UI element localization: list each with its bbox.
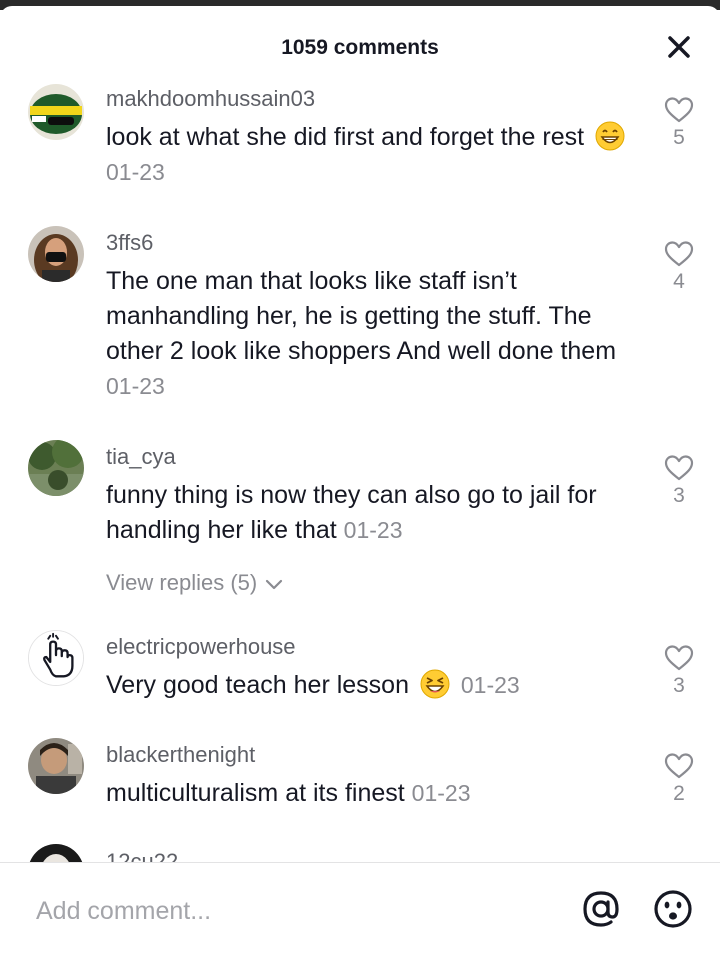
grinning-squinting-face-emoji <box>420 669 450 699</box>
comment-date: 01-23 <box>106 373 165 399</box>
avatar[interactable] <box>28 440 84 496</box>
add-comment-input[interactable] <box>34 890 538 932</box>
comment-text: look at what she did first and forget th… <box>106 120 636 190</box>
view-replies-button[interactable]: View replies (5) <box>106 570 283 596</box>
avatar[interactable] <box>28 84 84 140</box>
like-button[interactable]: 2 <box>662 752 696 806</box>
comment-text: multiculturalism at its finest 01-23 <box>106 776 636 811</box>
heart-icon <box>664 455 694 481</box>
close-icon <box>668 36 690 58</box>
avatar[interactable] <box>28 630 84 686</box>
mention-button[interactable] <box>580 888 622 930</box>
chevron-down-icon <box>266 579 283 590</box>
heart-icon <box>664 645 694 671</box>
avatar[interactable] <box>28 844 84 862</box>
like-button[interactable]: 4 <box>662 240 696 294</box>
like-count: 3 <box>673 484 685 507</box>
like-count: 4 <box>673 270 685 293</box>
heart-icon <box>664 753 694 779</box>
at-icon <box>583 891 619 927</box>
like-button[interactable]: 3 <box>662 454 696 508</box>
like-count: 3 <box>673 674 685 697</box>
like-count: 5 <box>673 126 685 149</box>
comment-date: 01-23 <box>343 517 403 543</box>
composer-divider <box>0 862 720 863</box>
comment-username[interactable]: makhdoomhussain03 <box>106 86 315 112</box>
comment-date: 01-23 <box>106 159 165 185</box>
comment-body: Very good teach her lesson <box>106 671 409 699</box>
avatar[interactable] <box>28 226 84 282</box>
heart-icon <box>664 241 694 267</box>
comment-username[interactable]: tia_cya <box>106 444 176 470</box>
comments-count-title: 1059 comments <box>281 36 439 59</box>
comment-text: Very good teach her lesson 01-23 <box>106 668 636 703</box>
grinning-face-emoji <box>595 121 625 151</box>
comment-username[interactable]: blackerthenight <box>106 742 255 768</box>
comment-username[interactable]: 12cu22 <box>106 848 178 862</box>
view-replies-label: View replies (5) <box>106 570 258 595</box>
comment-text: The one man that looks like staff isn’t … <box>106 264 636 404</box>
comment-body: look at what she did first and forget th… <box>106 123 585 151</box>
close-button[interactable] <box>664 32 694 62</box>
comment-username[interactable]: 3ffs6 <box>106 230 153 256</box>
comment-text: funny thing is now they can also go to j… <box>106 478 636 548</box>
comment-body: multiculturalism at its finest <box>106 779 405 807</box>
avatar[interactable] <box>28 738 84 794</box>
comment-body: The one man that looks like staff isn’t … <box>106 267 617 365</box>
heart-icon <box>664 97 694 123</box>
emoji-picker-button[interactable] <box>652 888 694 930</box>
emoji-icon <box>654 890 692 928</box>
comment-username[interactable]: electricpowerhouse <box>106 634 296 660</box>
like-button[interactable]: 5 <box>662 96 696 150</box>
like-count: 2 <box>673 782 685 805</box>
like-button[interactable]: 3 <box>662 644 696 698</box>
comment-date: 01-23 <box>460 672 520 698</box>
comment-date: 01-23 <box>411 780 471 806</box>
